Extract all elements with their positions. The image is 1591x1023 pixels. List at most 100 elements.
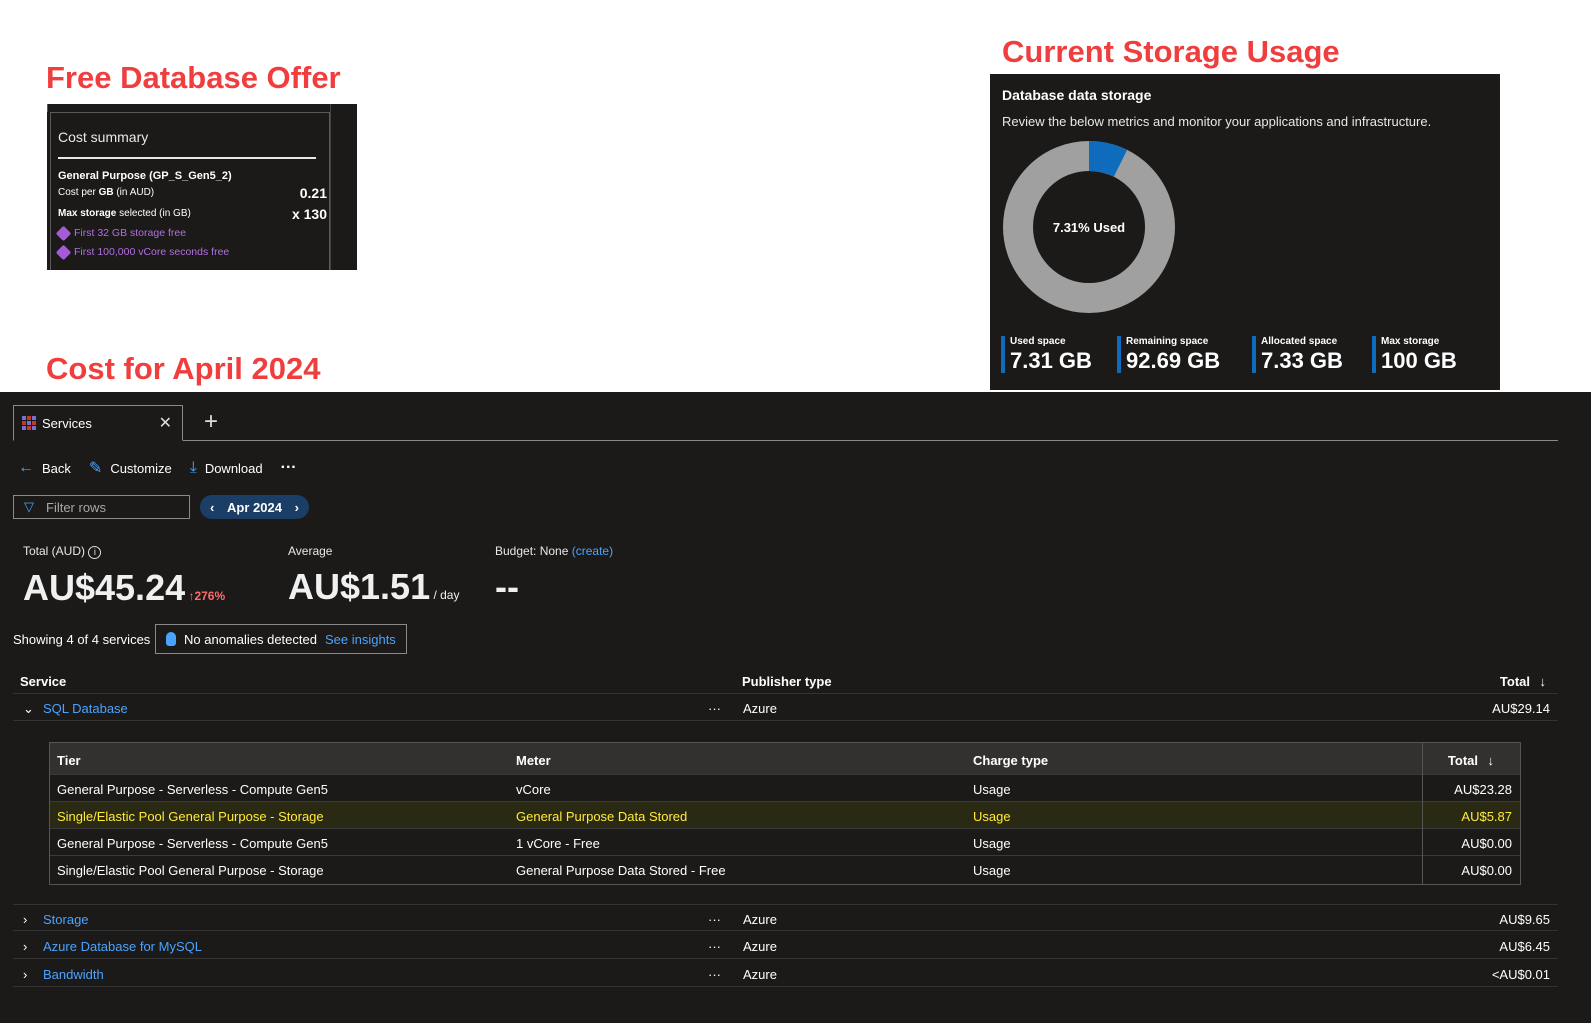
customize-button[interactable]: ✎ Customize [89, 458, 172, 478]
service-name[interactable]: Azure Database for MySQL [43, 939, 202, 954]
free-offer-vcore: First 100,000 vCore seconds free [55, 244, 229, 260]
table-row-highlighted[interactable]: Single/Elastic Pool General Purpose - St… [50, 801, 1520, 828]
anomalies-text: No anomalies detected [184, 631, 317, 647]
metric-value: 92.69 GB [1126, 348, 1221, 373]
table-row[interactable]: ⌄ SQL Database ··· Azure AU$29.14 [13, 694, 1558, 721]
back-button[interactable]: ← Back [18, 459, 71, 477]
table-row[interactable]: › Azure Database for MySQL ··· Azure AU$… [13, 932, 1558, 959]
tab-services[interactable]: Services ✕ [13, 405, 183, 441]
storage-subheading: Review the below metrics and monitor you… [1002, 114, 1432, 129]
charge-cell: Usage [973, 809, 1011, 824]
table-row[interactable]: General Purpose - Serverless - Compute G… [50, 774, 1520, 801]
more-icon[interactable]: ··· [708, 701, 721, 716]
budget-value: -- [495, 566, 519, 607]
arrow-left-icon: ← [18, 459, 34, 476]
column-service[interactable]: Service [20, 674, 66, 689]
storage-donut-chart: 7.31% Used [1003, 141, 1175, 313]
chevron-down-icon[interactable]: ⌄ [23, 701, 34, 717]
column-total[interactable]: Total [1448, 753, 1478, 768]
kpi-total: Total (AUD) i AU$45.24 ↑276% [23, 544, 225, 609]
metric-max-storage: Max storage 100 GB [1372, 336, 1457, 373]
sort-down-icon[interactable]: ↓ [1540, 674, 1547, 689]
cost-per-gb-value: 0.21 [299, 185, 327, 201]
sort-down-icon[interactable]: ↓ [1488, 753, 1495, 768]
service-total: AU$29.14 [1492, 701, 1550, 716]
table-row[interactable]: General Purpose - Serverless - Compute G… [50, 828, 1520, 855]
metric-value: 100 GB [1381, 348, 1457, 373]
metric-label: Remaining space [1126, 336, 1209, 347]
tier-cell: Single/Elastic Pool General Purpose - St… [57, 863, 324, 878]
total-label: Total (AUD) i [23, 544, 225, 559]
cost-summary-panel: Cost summary General Purpose (GP_S_Gen5_… [47, 104, 357, 270]
total-cell: AU$0.00 [1461, 863, 1512, 878]
total-cell: AU$5.87 [1461, 809, 1512, 824]
table-row[interactable]: Single/Elastic Pool General Purpose - St… [50, 855, 1520, 882]
toolbar: ← Back ✎ Customize ⤓ Download ··· [18, 458, 315, 478]
tier-cell: General Purpose - Serverless - Compute G… [57, 782, 328, 797]
donut-center-label: 7.31% Used [1053, 220, 1125, 235]
chevron-right-icon[interactable]: › [23, 967, 27, 982]
download-button[interactable]: ⤓ Download [190, 459, 263, 477]
average-value: AU$1.51 / day [288, 566, 460, 607]
budget-create-link[interactable]: (create) [572, 544, 613, 558]
service-name[interactable]: SQL Database [43, 701, 128, 716]
meter-cell: General Purpose Data Stored [516, 809, 688, 824]
services-table-header: Service Publisher type Total ↓ [13, 667, 1558, 694]
column-publisher[interactable]: Publisher type [742, 674, 832, 689]
close-icon[interactable]: ✕ [159, 413, 172, 433]
metric-label: Max storage [1381, 336, 1440, 347]
tier-name: General Purpose (GP_S_Gen5_2) [58, 170, 232, 182]
total-cell: AU$0.00 [1461, 836, 1512, 851]
publisher-type: Azure [743, 912, 777, 927]
column-meter[interactable]: Meter [516, 753, 551, 768]
chevron-right-icon[interactable]: › [23, 912, 27, 927]
tier-cell: General Purpose - Serverless - Compute G… [57, 836, 328, 851]
customize-label: Customize [110, 460, 172, 476]
charge-cell: Usage [973, 836, 1011, 851]
more-icon[interactable]: ··· [708, 939, 721, 954]
publisher-type: Azure [743, 967, 777, 982]
service-total: <AU$0.01 [1491, 967, 1550, 982]
service-name[interactable]: Bandwidth [43, 967, 104, 982]
chevron-right-icon[interactable]: › [295, 500, 299, 515]
metric-remaining-space: Remaining space 92.69 GB [1117, 336, 1220, 373]
cost-analysis-app: Services ✕ + ← Back ✎ Customize ⤓ Download … [0, 392, 1591, 1023]
add-tab-icon[interactable]: + [204, 408, 218, 436]
tag-icon [55, 244, 72, 260]
service-total: AU$9.65 [1499, 912, 1550, 927]
column-total[interactable]: Total [1500, 674, 1530, 689]
average-label: Average [288, 544, 333, 558]
max-storage-label: Max storage selected (in GB) [58, 208, 191, 219]
max-storage-value: x 130 [291, 206, 327, 222]
average-unit: / day [433, 588, 460, 602]
meter-table-header: Tier Meter Charge type Total ↓ [50, 743, 1520, 774]
annotation-storage-usage: Current Storage Usage [1002, 34, 1340, 69]
chevron-right-icon[interactable]: › [23, 939, 27, 954]
see-insights-link[interactable]: See insights [325, 632, 396, 647]
table-row[interactable]: › Bandwidth ··· Azure <AU$0.01 [13, 960, 1558, 987]
period-selector[interactable]: ‹ Apr 2024 › [200, 495, 309, 519]
filter-placeholder: Filter rows [46, 499, 106, 515]
more-button[interactable]: ··· [281, 459, 297, 477]
download-label: Download [204, 460, 263, 476]
meter-breakdown-table: Tier Meter Charge type Total ↓ General P… [49, 742, 1521, 885]
period-label: Apr 2024 [227, 499, 282, 515]
panel-border [47, 104, 330, 112]
cost-summary-title: Cost summary [58, 129, 149, 145]
column-charge-type[interactable]: Charge type [973, 753, 1048, 768]
more-icon[interactable]: ··· [708, 912, 721, 927]
column-tier[interactable]: Tier [57, 753, 81, 768]
info-icon[interactable]: i [88, 546, 102, 559]
back-label: Back [42, 460, 71, 476]
more-icon[interactable]: ··· [708, 967, 721, 982]
charge-cell: Usage [973, 863, 1011, 878]
metric-used-space: Used space 7.31 GB [1001, 336, 1092, 373]
filter-input[interactable]: ▽ Filter rows [13, 495, 190, 519]
budget-label: Budget: None (create) [495, 544, 614, 558]
service-total: AU$6.45 [1499, 939, 1550, 954]
column-divider [1422, 743, 1423, 884]
chevron-left-icon[interactable]: ‹ [210, 500, 214, 515]
publisher-type: Azure [743, 939, 777, 954]
table-row[interactable]: › Storage ··· Azure AU$9.65 [13, 904, 1558, 931]
service-name[interactable]: Storage [43, 912, 89, 927]
